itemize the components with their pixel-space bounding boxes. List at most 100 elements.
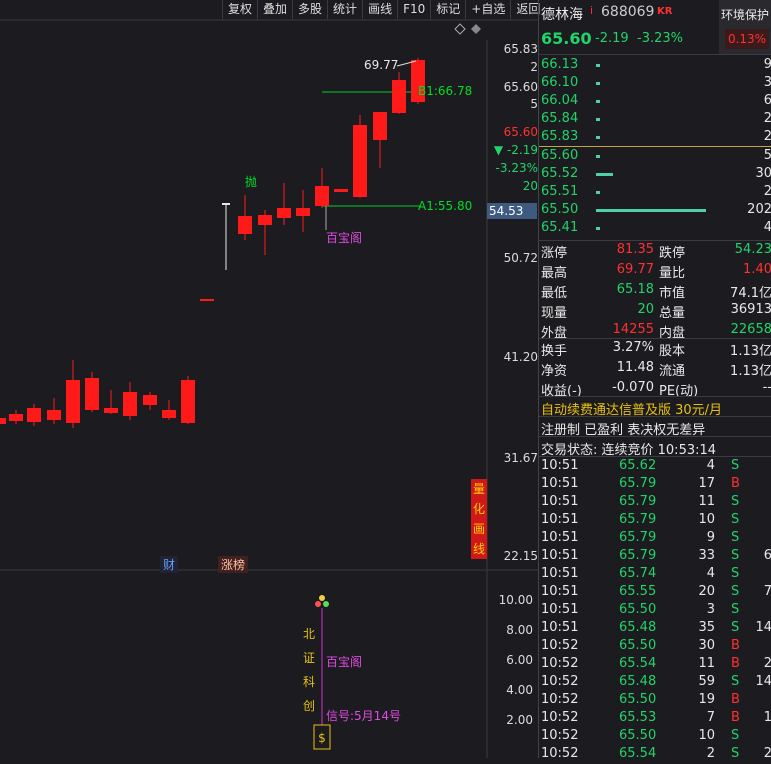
order-book-row[interactable]: 65.60 5 [541,148,771,166]
order-vol: 4 [763,220,771,235]
order-book-row[interactable]: 65.41 4 [541,220,771,238]
stat-label: 总量 [659,306,686,321]
tick-row[interactable]: 10:51 65.79 33 S 6 [541,548,771,566]
stat-value: -0.070 [612,380,654,395]
finance-tag[interactable]: 财 [160,556,179,573]
tick-side: S [731,512,740,527]
zhangbang-tag[interactable]: 涨榜 [218,556,249,573]
order-book-row[interactable]: 66.04 6 [541,93,771,111]
tick-vol: 10 [698,728,715,743]
y-label-side2: 5 [530,97,538,111]
stat-value: 14255 [612,322,654,337]
tick-row[interactable]: 10:52 65.50 30 B [541,638,771,656]
protect-box[interactable]: 环境保护 0.13% [719,0,771,54]
order-vol: 202 [747,202,771,217]
tick-row[interactable]: 10:52 65.54 2 S 2 [541,746,771,764]
overlay-pct: -3.23% [495,161,538,175]
stat-label: 最低 [541,286,568,301]
info-badge[interactable]: i [590,4,593,17]
order-book-row[interactable]: 65.83 2 [541,129,771,147]
order-book-row[interactable]: 66.10 3 [541,75,771,93]
order-price: 65.50 [541,202,579,217]
tick-price: 65.50 [619,728,657,743]
tick-time: 10:51 [541,512,579,527]
y-label-3: 50.72 [503,251,538,265]
tick-time: 10:51 [541,476,579,491]
order-vol-bar [596,191,600,194]
stat-value: 11.48 [616,360,654,375]
y-label-6: 22.15 [503,549,538,563]
tick-vol: 19 [698,692,715,707]
tick-time: 10:51 [541,602,579,617]
tick-vol: 30 [698,638,715,653]
tick-row[interactable]: 10:51 65.62 4 S [541,458,771,476]
tick-row[interactable]: 10:51 65.79 11 S [541,494,771,512]
tick-side: S [731,548,740,563]
header-change: -2.19 [595,31,629,46]
tick-side: B [731,656,740,671]
tick-side: S [731,728,740,743]
tick-side: S [731,566,740,581]
candles-right [238,58,425,255]
sub-y-6: 6.00 [506,653,533,667]
stat-value: -- [762,380,771,395]
tick-price: 65.50 [619,602,657,617]
tick-time: 10:51 [541,494,579,509]
order-price: 66.13 [541,57,579,72]
tick-vol: 10 [698,512,715,527]
stat-label: 股本 [659,344,686,359]
tick-side: B [731,710,740,725]
order-price: 65.51 [541,184,579,199]
order-price: 66.10 [541,75,579,90]
order-vol: 30 [755,166,771,181]
tick-row[interactable]: 10:52 65.50 19 B [541,692,771,710]
tick-row[interactable]: 10:52 65.54 11 B 2 [541,656,771,674]
tick-row[interactable]: 10:52 65.50 10 S [541,728,771,746]
order-book-row[interactable]: 65.50 202 [541,202,771,220]
tick-price: 65.79 [619,512,657,527]
tick-row[interactable]: 10:51 65.48 35 S 14 [541,620,771,638]
tick-side: B [731,638,740,653]
sub-y-10: 10.00 [498,593,533,607]
order-vol-bar [596,100,600,103]
header-pct: -3.23% [637,31,683,46]
order-vol-bar [596,82,600,85]
tick-row[interactable]: 10:51 65.55 20 S 7 [541,584,771,602]
order-book-row[interactable]: 65.84 2 [541,111,771,129]
stat-value: 74.1亿 [730,286,771,301]
tick-price: 65.55 [619,584,657,599]
tick-row[interactable]: 10:51 65.79 10 S [541,512,771,530]
sub-y-2: 2.00 [506,713,533,727]
tick-row[interactable]: 10:51 65.50 3 S [541,602,771,620]
tick-row[interactable]: 10:51 65.79 9 S [541,530,771,548]
tick-count: 2 [763,746,771,761]
tick-row[interactable]: 10:52 65.53 7 B 1 [541,710,771,728]
stat-row: 净资 11.48 流通 1.13亿 [541,360,771,379]
tick-time: 10:52 [541,728,579,743]
tick-time: 10:51 [541,548,579,563]
tick-side: S [731,674,740,689]
stat-row: 最低 65.18 市值 74.1亿 [541,282,771,301]
high-price-label: 69.77 [364,58,399,72]
order-price: 65.52 [541,166,579,181]
tick-vol: 11 [698,656,715,671]
tick-row[interactable]: 10:51 65.74 4 S [541,566,771,584]
stat-value: 81.35 [616,242,654,257]
kline-chart[interactable]: $ [0,0,538,758]
tick-row[interactable]: 10:52 65.48 59 S 14 [541,674,771,692]
order-book-row[interactable]: 65.51 2 [541,184,771,202]
quant-draw-button[interactable]: 量化画线 [471,479,487,559]
stat-value: 54.23 [734,242,771,257]
order-book-row[interactable]: 65.52 30 [541,166,771,184]
tick-side: B [731,692,740,707]
order-book-row[interactable]: 66.13 9 [541,57,771,75]
tick-row[interactable]: 10:51 65.79 17 B [541,476,771,494]
stat-label: 流通 [659,364,686,379]
tick-vol: 11 [698,494,715,509]
tick-side: B [731,476,740,491]
tick-time: 10:52 [541,746,579,761]
order-vol-bar [596,227,600,230]
stat-value: 22658 [730,322,771,337]
stat-label: 跌停 [659,246,686,261]
overlay-change: ▼ -2.19 [493,143,538,157]
